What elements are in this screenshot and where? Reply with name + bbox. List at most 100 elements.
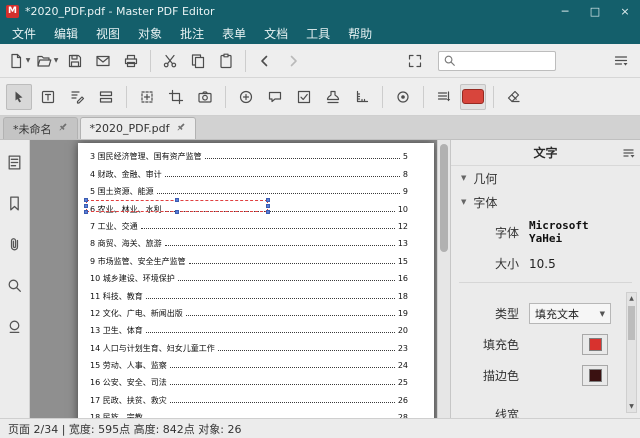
record-button[interactable] (390, 84, 416, 110)
checkbox-tool-button[interactable] (291, 84, 317, 110)
crop-tool-button[interactable] (163, 84, 189, 110)
search-input[interactable] (456, 55, 551, 67)
toolbar-separator (493, 86, 494, 108)
minimize-button[interactable]: ─ (550, 0, 580, 22)
panel-scroll-thumb[interactable] (628, 306, 635, 340)
new-document-button[interactable]: ▼ (6, 48, 32, 74)
menu-item[interactable]: 文件 (3, 22, 45, 44)
email-button[interactable] (90, 48, 116, 74)
selection-handle[interactable] (84, 210, 88, 214)
toc-entry[interactable]: 15 劳动、人事、监察 24 (90, 354, 408, 371)
toc-dot-leader (165, 176, 400, 177)
selection-handle[interactable] (175, 198, 179, 202)
maximize-button[interactable]: □ (580, 0, 610, 22)
chevron-down-icon[interactable]: ▼ (26, 57, 31, 64)
stamps-panel-icon[interactable] (6, 318, 23, 339)
pdf-page[interactable]: 3 国民经济管理、国有资产监管 5 (78, 143, 434, 418)
edit-document-tool-button[interactable] (64, 84, 90, 110)
toc-entry[interactable]: 16 公安、安全、司法 25 (90, 371, 408, 388)
thumbnails-icon[interactable] (6, 154, 23, 175)
scroll-up-icon[interactable]: ▲ (627, 293, 636, 304)
selection-handle[interactable] (84, 204, 88, 208)
selection-handle[interactable] (84, 198, 88, 202)
toc-entry[interactable]: 18 民族、宗教 28 (90, 406, 408, 418)
select-tool-button[interactable] (6, 84, 32, 110)
font-size-value[interactable]: 10.5 (529, 257, 556, 271)
tab-pin-icon[interactable] (58, 122, 68, 135)
chevron-down-icon[interactable]: ▼ (54, 57, 59, 64)
document-scrollbar[interactable] (437, 140, 450, 418)
menu-item[interactable]: 编辑 (45, 22, 87, 44)
selection-handle[interactable] (266, 198, 270, 202)
add-annotation-button[interactable] (233, 84, 259, 110)
panel-menu-icon[interactable] (620, 145, 636, 161)
toc-entry[interactable]: 8 商贸、海关、旅游 13 (90, 232, 408, 249)
menu-item[interactable]: 表单 (213, 22, 255, 44)
edit-forms-tool-button[interactable] (93, 84, 119, 110)
document-tab[interactable]: *2020_PDF.pdf (80, 117, 196, 139)
document-viewport[interactable]: 3 国民经济管理、国有资产监管 5 (30, 140, 437, 418)
menu-item[interactable]: 工具 (297, 22, 339, 44)
selection-handle[interactable] (175, 210, 179, 214)
geometry-section-header[interactable]: ▼ 几何 (451, 166, 640, 190)
font-family-value[interactable]: Microsoft YaHei (529, 219, 608, 245)
toc-entry[interactable]: 17 民政、扶贫、救灾 26 (90, 388, 408, 405)
toc-entry[interactable]: 11 科技、教育 18 (90, 284, 408, 301)
menu-item[interactable]: 对象 (129, 22, 171, 44)
toc-entry[interactable]: 4 财政、金融、审计 8 (90, 162, 408, 179)
fit-page-button[interactable] (402, 48, 428, 74)
menu-item[interactable]: 帮助 (339, 22, 381, 44)
tab-pin-icon[interactable] (176, 122, 186, 135)
type-dropdown[interactable]: 填充文本 ▼ (529, 303, 611, 324)
paste-button[interactable] (213, 48, 239, 74)
scroll-down-icon[interactable]: ▼ (627, 401, 636, 412)
toc-entry[interactable]: 7 工业、交通 12 (90, 215, 408, 232)
scrollbar-thumb[interactable] (440, 144, 448, 252)
panel-scrollbar[interactable]: ▲ ▼ (626, 292, 637, 413)
toolbar-overflow-button[interactable] (608, 48, 634, 74)
stroke-color-button[interactable] (582, 365, 608, 386)
screenshot-tool-button[interactable] (192, 84, 218, 110)
arrange-tool-button[interactable] (431, 84, 457, 110)
font-section-header[interactable]: ▼ 字体 (451, 190, 640, 214)
tab-bar: *未命名 *2020_PDF.pdf (0, 116, 640, 140)
attachments-icon[interactable] (6, 236, 23, 257)
menu-item[interactable]: 视图 (87, 22, 129, 44)
toc-entry[interactable]: 10 城乡建设、环境保护 16 (90, 267, 408, 284)
search-panel-icon[interactable] (6, 277, 23, 298)
menu-bar: 文件 编辑 视图 对象 批注 表单 文档 工具 帮助 (0, 22, 640, 44)
panel-scroll-track[interactable] (627, 304, 636, 401)
copy-button[interactable] (185, 48, 211, 74)
measure-tool-button[interactable] (349, 84, 375, 110)
edit-text-tool-button[interactable] (35, 84, 61, 110)
toc-entry[interactable]: 13 卫生、体育 20 (90, 319, 408, 336)
toolbar-separator (225, 86, 226, 108)
menu-item[interactable]: 文档 (255, 22, 297, 44)
transform-tool-button[interactable] (134, 84, 160, 110)
menu-item[interactable]: 批注 (171, 22, 213, 44)
toc-entry-text: 11 科技、教育 (90, 291, 143, 302)
toc-entry[interactable]: 3 国民经济管理、国有资产监管 5 (90, 145, 408, 162)
redo-button[interactable] (280, 48, 306, 74)
undo-button[interactable] (252, 48, 278, 74)
note-tool-button[interactable] (262, 84, 288, 110)
toc-entry[interactable]: 5 国土资源、能源 9 (90, 180, 408, 197)
toc-entry[interactable]: 6 农业、林业、水利 10 (90, 197, 408, 214)
selection-handle[interactable] (266, 210, 270, 214)
toc-entry[interactable]: 14 人口与计划生育、妇女儿童工作 23 (90, 336, 408, 353)
toc-entry[interactable]: 9 市场监管、安全生产监管 15 (90, 249, 408, 266)
red-shape-tool-button[interactable] (460, 84, 486, 110)
document-tab[interactable]: *未命名 (3, 117, 78, 139)
save-button[interactable] (62, 48, 88, 74)
eraser-tool-button[interactable] (501, 84, 527, 110)
open-button[interactable]: ▼ (34, 48, 60, 74)
close-button[interactable]: × (610, 0, 640, 22)
bookmarks-icon[interactable] (6, 195, 23, 216)
stamp-tool-button[interactable] (320, 84, 346, 110)
toc-entry[interactable]: 12 文化、广电、新闻出版 19 (90, 302, 408, 319)
fill-color-button[interactable] (582, 334, 608, 355)
selection-handle[interactable] (266, 204, 270, 208)
selection-box[interactable] (86, 200, 268, 212)
print-button[interactable] (118, 48, 144, 74)
cut-button[interactable] (157, 48, 183, 74)
